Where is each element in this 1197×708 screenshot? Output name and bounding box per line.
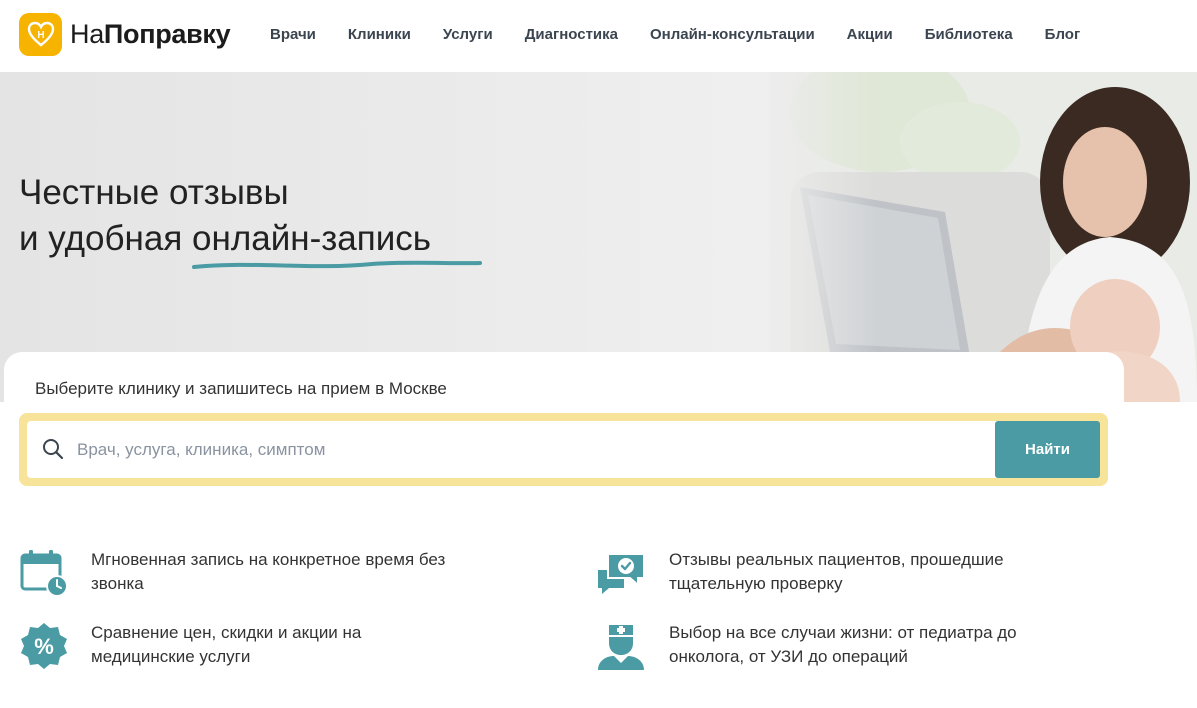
underline-squiggle (192, 260, 483, 269)
feature-text: Отзывы реальных пациентов, прошедшие тща… (669, 550, 1004, 593)
site-header: Н НаПоправку Врачи Клиники Услуги Диагно… (0, 0, 1197, 72)
search-button[interactable]: Найти (995, 421, 1100, 478)
main-nav: Врачи Клиники Услуги Диагностика Онлайн-… (270, 26, 1080, 43)
nav-item-clinics[interactable]: Клиники (348, 26, 411, 43)
search-label: Выберите клинику и запишитесь на прием в… (35, 379, 447, 398)
feature-text: Выбор на все случаи жизни: от педиатра д… (669, 623, 1017, 666)
hero-heading-highlight: онлайн-запись (192, 216, 483, 269)
feature-all-specialists: Выбор на все случаи жизни: от педиатра д… (596, 621, 1059, 671)
nav-item-online-consultations[interactable]: Онлайн-консультации (650, 26, 815, 43)
site-logo[interactable]: Н НаПоправку (19, 12, 231, 56)
nav-item-services[interactable]: Услуги (443, 26, 493, 43)
search-icon (42, 438, 64, 465)
hero-heading: Честные отзывы и удобная онлайн-запись (19, 170, 483, 269)
percent-badge-icon: % (21, 623, 67, 669)
logo-wordmark: НаПоправку (70, 18, 231, 49)
search-card: Выберите клинику и запишитесь на прием в… (4, 352, 1124, 532)
search-input[interactable] (77, 421, 977, 478)
svg-text:Н: Н (37, 30, 44, 41)
nav-item-blog[interactable]: Блог (1045, 26, 1081, 43)
svg-text:%: % (34, 634, 54, 659)
nav-item-promotions[interactable]: Акции (847, 26, 893, 43)
hero-heading-line2: и удобная онлайн-запись (19, 216, 483, 269)
feature-text: Сравнение цен, скидки и акции на медицин… (91, 623, 362, 666)
search-inner: Найти (27, 421, 1100, 478)
nav-item-doctors[interactable]: Врачи (270, 26, 316, 43)
doctor-icon (598, 625, 644, 670)
chat-review-check-icon (598, 553, 645, 594)
search-box: Найти (19, 413, 1108, 486)
feature-instant-booking: Мгновенная запись на конкретное время бе… (19, 548, 501, 598)
nav-item-diagnostics[interactable]: Диагностика (525, 26, 618, 43)
heart-stethoscope-icon: Н (19, 12, 62, 56)
hero-heading-line1: Честные отзывы (19, 173, 289, 212)
nav-item-library[interactable]: Библиотека (925, 26, 1013, 43)
calendar-clock-icon (20, 550, 68, 597)
feature-price-comparison: % Сравнение цен, скидки и акции на медиц… (19, 621, 421, 671)
feature-text: Мгновенная запись на конкретное время бе… (91, 550, 446, 593)
feature-verified-reviews: Отзывы реальных пациентов, прошедшие тща… (596, 548, 1049, 598)
